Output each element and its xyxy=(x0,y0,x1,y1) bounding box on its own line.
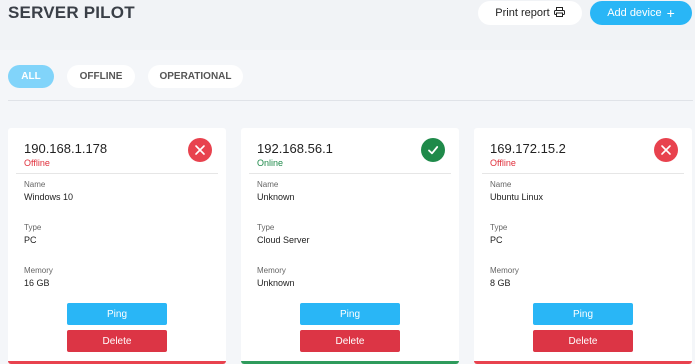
memory-label: Memory xyxy=(257,266,286,275)
card-divider xyxy=(482,173,684,174)
filter-all-tab[interactable]: ALL xyxy=(8,65,54,88)
type-value: Cloud Server xyxy=(257,235,310,245)
plus-icon: + xyxy=(666,5,675,21)
filter-divider xyxy=(8,100,693,101)
type-label: Type xyxy=(490,223,508,232)
device-status: Offline xyxy=(24,158,50,168)
offline-x-icon xyxy=(188,138,212,162)
ping-button[interactable]: Ping xyxy=(300,303,400,325)
ping-button[interactable]: Ping xyxy=(67,303,167,325)
device-ip: 190.168.1.178 xyxy=(24,141,108,156)
printer-icon xyxy=(553,6,565,20)
name-label: Name xyxy=(490,180,512,189)
top-bar: SERVER PILOT Print report Add device + xyxy=(0,0,695,50)
add-device-label: Add device xyxy=(607,7,662,19)
app-title: SERVER PILOT xyxy=(8,3,135,22)
filter-bar: ALL OFFLINE OPERATIONAL xyxy=(0,50,695,100)
delete-button[interactable]: Delete xyxy=(67,330,167,352)
type-label: Type xyxy=(257,223,275,232)
memory-label: Memory xyxy=(24,266,53,275)
device-ip: 169.172.15.2 xyxy=(490,141,566,156)
card-divider xyxy=(249,173,451,174)
filter-operational-tab[interactable]: OPERATIONAL xyxy=(148,65,243,88)
delete-button[interactable]: Delete xyxy=(300,330,400,352)
memory-value: 8 GB xyxy=(490,278,511,288)
device-status: Offline xyxy=(490,158,516,168)
name-value: Windows 10 xyxy=(24,192,74,202)
device-card: 192.168.56.1 Online Name Unknown Type Cl… xyxy=(241,128,459,364)
device-ip: 192.168.56.1 xyxy=(257,141,333,156)
device-card: 190.168.1.178 Offline Name Windows 10 Ty… xyxy=(8,128,226,364)
name-label: Name xyxy=(24,180,46,189)
device-status: Online xyxy=(257,158,284,168)
offline-x-icon xyxy=(654,138,678,162)
type-value: PC xyxy=(24,235,37,245)
memory-value: Unknown xyxy=(257,278,295,288)
card-divider xyxy=(16,173,218,174)
ping-button[interactable]: Ping xyxy=(533,303,633,325)
name-label: Name xyxy=(257,180,279,189)
type-value: PC xyxy=(490,235,503,245)
type-label: Type xyxy=(24,223,42,232)
print-report-label: Print report xyxy=(495,7,550,19)
filter-offline-tab[interactable]: OFFLINE xyxy=(67,65,135,88)
name-value: Unknown xyxy=(257,192,295,202)
add-device-button[interactable]: Add device + xyxy=(590,1,692,25)
name-value: Ubuntu Linux xyxy=(490,192,544,202)
online-check-icon xyxy=(421,138,445,162)
delete-button[interactable]: Delete xyxy=(533,330,633,352)
print-report-button[interactable]: Print report xyxy=(478,1,582,25)
memory-label: Memory xyxy=(490,266,519,275)
device-card: 169.172.15.2 Offline Name Ubuntu Linux T… xyxy=(474,128,692,364)
memory-value: 16 GB xyxy=(24,278,50,288)
